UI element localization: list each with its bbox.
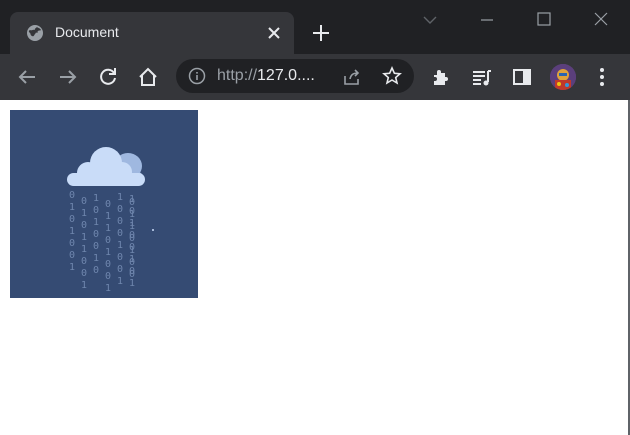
binary-digit: 1 — [81, 208, 87, 219]
binary-digit: 0 — [129, 206, 135, 217]
binary-digit: 1 — [129, 278, 135, 289]
info-icon[interactable] — [188, 67, 206, 85]
url-text[interactable]: http://127.0.... — [217, 67, 315, 85]
binary-digit: 0 — [105, 259, 111, 270]
binary-digit: 0 — [81, 268, 87, 279]
chevron-down-icon[interactable] — [417, 8, 443, 32]
binary-digit: 0 — [93, 229, 99, 240]
home-icon[interactable] — [136, 65, 160, 89]
binary-digit: 1 — [105, 211, 111, 222]
binary-digit: 1 — [117, 240, 123, 251]
binary-digit: 1 — [105, 283, 111, 294]
browser-tab[interactable]: Document — [10, 12, 294, 54]
tab-title: Document — [55, 24, 119, 40]
binary-digit: 0 — [105, 235, 111, 246]
binary-digit: 0 — [117, 216, 123, 227]
back-arrow-icon[interactable] — [15, 65, 39, 89]
page-viewport: 0101001010110011010010011010011000100101… — [0, 100, 630, 435]
close-icon[interactable] — [264, 23, 284, 43]
globe-icon — [27, 25, 43, 41]
binary-digit: 0 — [93, 241, 99, 252]
binary-digit: 0 — [117, 264, 123, 275]
binary-digit: 0 — [117, 228, 123, 239]
binary-digit: 0 — [81, 196, 87, 207]
browser-toolbar: http://127.0.... — [0, 54, 630, 100]
profile-avatar[interactable] — [550, 64, 576, 90]
browser-titlebar: Document — [0, 0, 630, 54]
minimize-icon[interactable] — [474, 8, 500, 32]
binary-digit: 0 — [69, 250, 75, 261]
address-bar[interactable]: http://127.0.... — [176, 59, 414, 93]
binary-digit: 0 — [117, 252, 123, 263]
binary-digit: 1 — [93, 253, 99, 264]
binary-digit: 1 — [117, 276, 123, 287]
binary-digit: 1 — [129, 254, 135, 265]
url-scheme: http:// — [217, 67, 258, 84]
binary-digit: 0 — [105, 199, 111, 210]
side-panel-icon[interactable] — [510, 65, 534, 89]
binary-digit: 0 — [81, 220, 87, 231]
illustration-background — [10, 110, 198, 298]
binary-digit: 0 — [69, 190, 75, 201]
binary-digit: 0 — [129, 266, 135, 277]
forward-arrow-icon[interactable] — [56, 65, 80, 89]
binary-digit: 0 — [105, 271, 111, 282]
binary-digit: 1 — [129, 218, 135, 229]
menu-icon[interactable] — [590, 65, 614, 89]
binary-digit: 0 — [129, 242, 135, 253]
binary-digit: 0 — [93, 265, 99, 276]
binary-digit: 1 — [69, 262, 75, 273]
binary-digit: 0 — [129, 230, 135, 241]
binary-digit: 1 — [69, 202, 75, 213]
binary-digit: 1 — [105, 247, 111, 258]
binary-digit: 1 — [105, 223, 111, 234]
binary-digit: 0 — [93, 205, 99, 216]
close-window-icon[interactable] — [588, 8, 614, 32]
extensions-icon[interactable] — [429, 65, 453, 89]
cloud-binary-rain-icon: 0101001010110011010010011010011000100101… — [10, 110, 198, 298]
share-icon[interactable] — [342, 67, 362, 87]
sparkle-dot — [152, 229, 154, 231]
url-host: 127.0.... — [257, 67, 315, 84]
reload-icon[interactable] — [96, 65, 120, 89]
binary-digit: 1 — [81, 232, 87, 243]
binary-digit: 0 — [117, 204, 123, 215]
binary-digit: 1 — [129, 194, 135, 205]
avatar-image-icon — [550, 64, 576, 90]
binary-digit: 1 — [93, 217, 99, 228]
star-icon[interactable] — [382, 66, 402, 86]
binary-digit: 1 — [81, 244, 87, 255]
binary-digit: 0 — [69, 238, 75, 249]
binary-digit: 1 — [117, 192, 123, 203]
binary-digit: 0 — [81, 256, 87, 267]
plus-icon[interactable] — [310, 22, 332, 44]
binary-digit: 1 — [69, 226, 75, 237]
binary-digit: 0 — [69, 214, 75, 225]
binary-digit: 1 — [93, 193, 99, 204]
media-queue-icon[interactable] — [470, 65, 494, 89]
maximize-icon[interactable] — [531, 8, 557, 32]
binary-digit: 1 — [81, 280, 87, 291]
